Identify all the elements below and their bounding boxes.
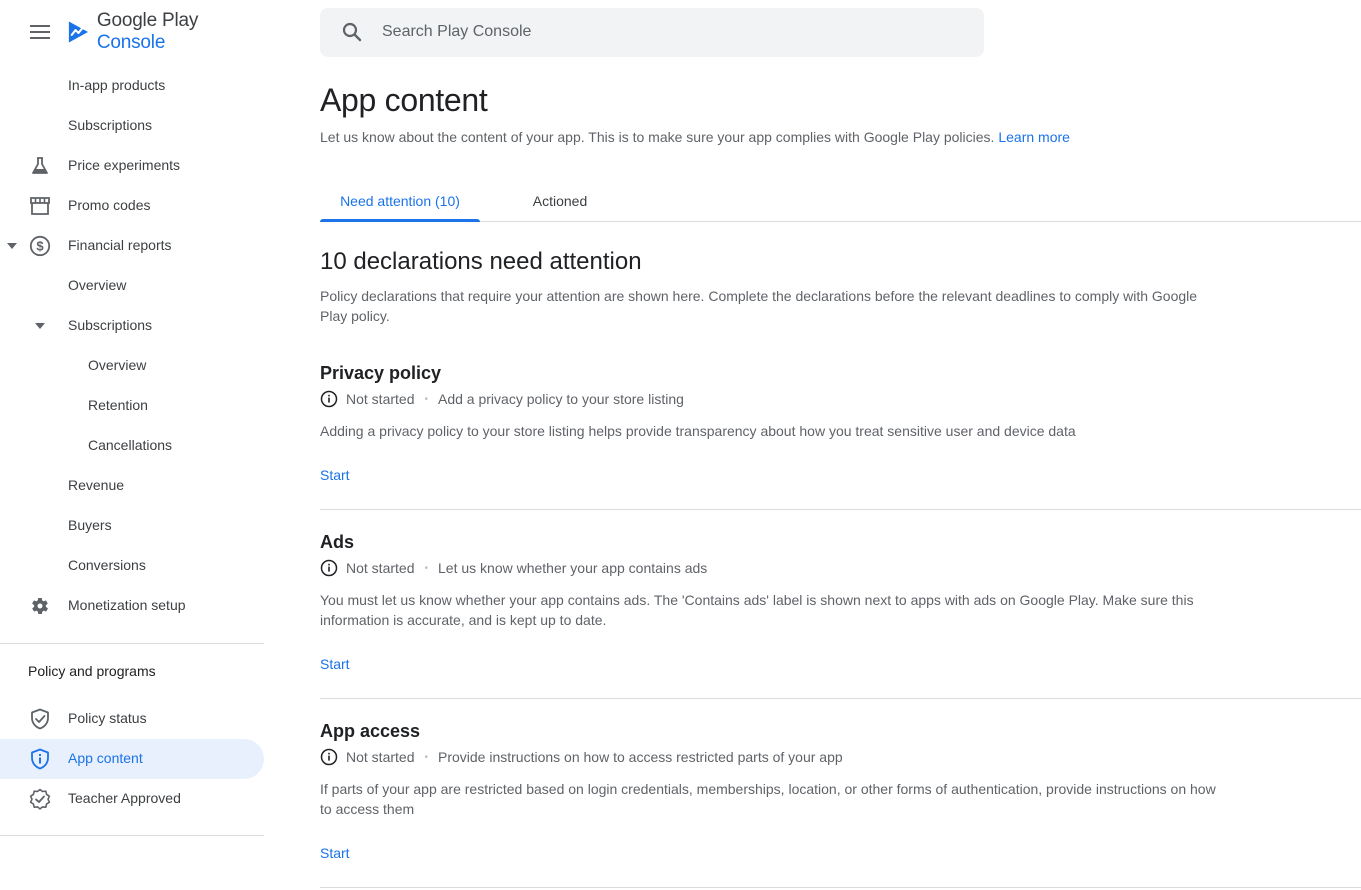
sidebar-item-app-content[interactable]: App content [0,739,264,779]
sidebar-item-label: Policy status [68,710,147,726]
declaration-status-row: Not started • Provide instructions on ho… [320,747,843,767]
declaration-body: If parts of your app are restricted base… [320,781,1216,817]
separator-dot: • [424,562,428,574]
svg-text:$: $ [36,239,44,254]
page-description: Let us know about the content of your ap… [320,129,1070,145]
declaration-status-row: Not started • Add a privacy policy to yo… [320,389,684,409]
dollar-circle-icon: $ [28,234,52,258]
declaration-status: Not started [346,749,415,765]
tab-need-attention[interactable]: Need attention (10) [320,181,480,222]
hamburger-menu-icon [30,25,50,39]
sidebar-item-label: Conversions [68,557,146,573]
info-icon [320,390,338,408]
start-button[interactable]: Start [320,467,350,483]
declaration-body: Adding a privacy policy to your store li… [320,423,1076,439]
logo-console: Console [96,32,166,53]
declaration-status-row: Not started • Let us know whether your a… [320,558,707,578]
sidebar-item-teacher-approved[interactable]: Teacher Approved [0,779,264,819]
sidebar-item-conversions[interactable]: Conversions [0,546,264,586]
sidebar-item-label: Promo codes [68,197,151,213]
declaration-status: Not started [346,560,415,576]
app-root: Google Play Console In-app products Subs… [0,0,1361,890]
sidebar-item-label: Overview [68,277,127,293]
sidebar-item-overview[interactable]: Overview [0,266,264,306]
badge-icon [28,787,52,811]
sidebar-item-cancellations[interactable]: Cancellations [0,426,264,466]
declaration-title: Privacy policy [320,363,442,383]
sidebar-item-subscriptions-overview[interactable]: Overview [0,346,264,386]
sidebar-item-subscriptions-reports[interactable]: Subscriptions [0,306,264,346]
page-title: App content [320,82,488,118]
declaration-divider [320,887,1361,888]
caret-down-icon[interactable] [34,320,46,332]
sidebar-item-label: Subscriptions [68,117,153,133]
shield-check-icon [28,707,52,731]
logo-text: Google Play Console [97,10,264,54]
policy-section-header: Policy and programs [28,663,156,679]
page-description-text: Let us know about the content of your ap… [320,129,995,145]
sidebar-item-buyers[interactable]: Buyers [0,506,264,546]
section-title: 10 declarations need attention [320,248,642,275]
sidebar-item-label: In-app products [68,77,166,93]
sidebar-divider [0,835,264,836]
sidebar-divider [0,643,264,644]
learn-more-link[interactable]: Learn more [998,129,1070,145]
menu-button[interactable] [28,20,52,44]
sidebar-item-retention[interactable]: Retention [0,386,264,426]
sidebar-item-label: Cancellations [88,437,173,453]
sidebar-item-label: Retention [88,397,148,413]
search-input[interactable] [382,20,962,44]
start-button[interactable]: Start [320,845,350,861]
search-icon[interactable] [340,20,364,44]
sidebar-item-label: Revenue [68,477,125,493]
sidebar-item-policy-status[interactable]: Policy status [0,699,264,739]
play-console-logo-icon [68,21,89,43]
play-console-logo[interactable]: Google Play Console [66,10,264,53]
declaration-title: Ads [320,532,355,552]
section-description: Policy declarations that require your at… [320,288,1198,324]
declaration-divider [320,509,1361,510]
declaration-title: App access [320,721,421,741]
store-icon [28,194,52,218]
declaration-divider [320,698,1361,699]
declaration-summary: Provide instructions on how to access re… [438,749,843,765]
sidebar-item-monetization-setup[interactable]: Monetization setup [0,586,264,626]
declaration-summary: Let us know whether your app contains ad… [438,560,708,576]
sidebar-item-in-app-products[interactable]: In-app products [0,66,264,106]
shield-info-icon [28,747,52,771]
logo-google-play: Google Play [96,10,199,31]
brand-bar: Google Play Console [0,0,264,64]
search-bar[interactable] [320,8,984,57]
sidebar-item-financial-reports[interactable]: $ Financial reports [0,226,264,266]
sidebar-item-revenue[interactable]: Revenue [0,466,264,506]
sidebar-item-label: Monetization setup [68,597,186,613]
declaration-status: Not started [346,391,415,407]
info-icon [320,748,338,766]
caret-down-icon[interactable] [6,240,18,252]
sidebar-item-label: Overview [88,357,147,373]
sidebar-item-label: Buyers [68,517,112,533]
sidebar: Google Play Console In-app products Subs… [0,0,264,890]
separator-dot: • [424,393,428,405]
sidebar-item-label: Teacher Approved [68,790,181,806]
sidebar-item-label: App content [68,750,143,766]
tab-bar: Need attention (10) Actioned [320,181,1361,222]
tab-actioned[interactable]: Actioned [510,181,610,221]
start-button[interactable]: Start [320,656,350,672]
sidebar-item-subscriptions[interactable]: Subscriptions [0,106,264,146]
sidebar-item-label: Subscriptions [68,317,153,333]
sidebar-item-price-experiments[interactable]: Price experiments [0,146,264,186]
sidebar-item-label: Price experiments [68,157,181,173]
sidebar-item-promo-codes[interactable]: Promo codes [0,186,264,226]
info-icon [320,559,338,577]
declaration-body: You must let us know whether your app co… [320,592,1194,628]
flask-icon [28,154,52,178]
declaration-summary: Add a privacy policy to your store listi… [438,391,684,407]
gear-icon [28,594,52,618]
separator-dot: • [424,751,428,763]
sidebar-item-label: Financial reports [68,237,172,253]
